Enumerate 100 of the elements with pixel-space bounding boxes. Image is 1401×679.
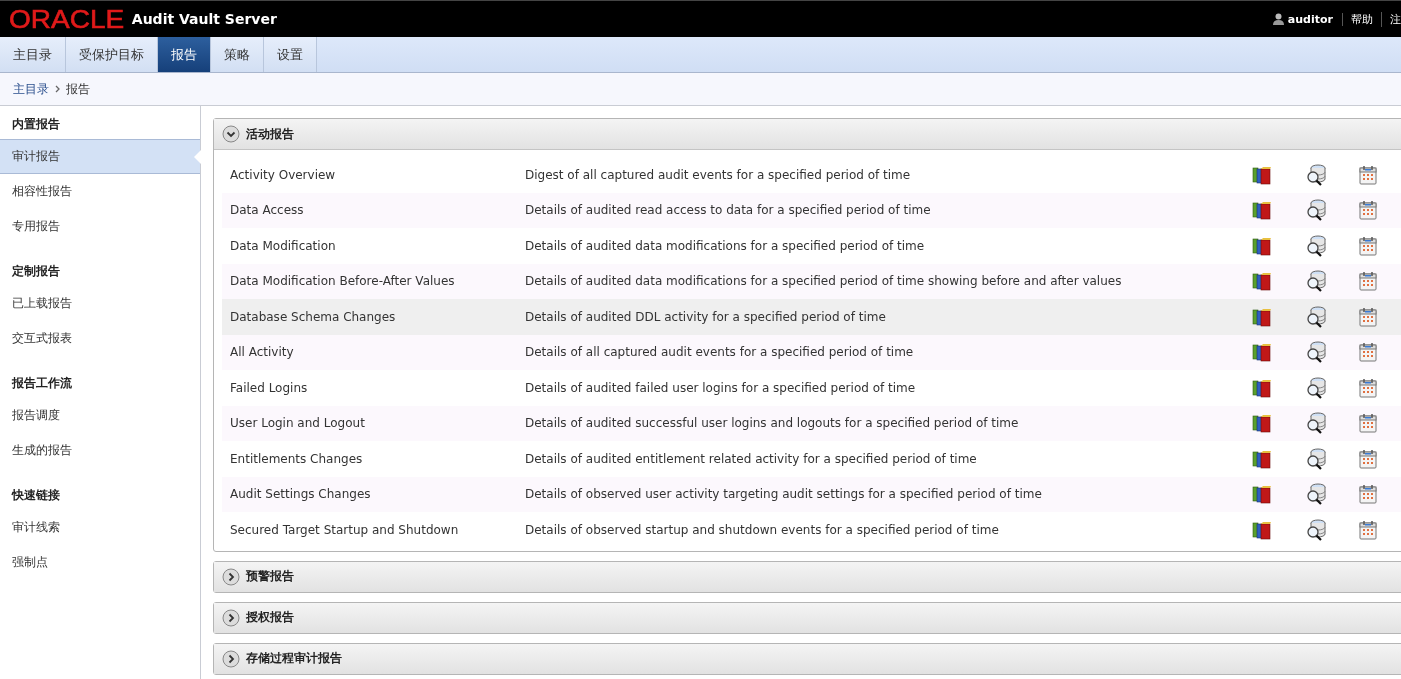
database-search-icon[interactable] [1305,518,1327,541]
report-name[interactable]: Secured Target Startup and Shutdown [230,522,525,537]
database-search-icon[interactable] [1305,483,1327,506]
nav-tab[interactable]: 主目录 [0,37,66,72]
panel-title[interactable]: 授权报告 [246,609,294,626]
calendar-icon[interactable] [1358,377,1378,398]
books-icon[interactable] [1252,306,1272,327]
expand-icon[interactable] [222,649,240,668]
database-search-icon[interactable] [1305,412,1327,435]
report-row[interactable]: Failed Logins Details of audited failed user logins for a specified period of time [222,370,1401,406]
report-description: Details of audited successful user logins and logouts for a specified period of time [525,416,1020,431]
collapse-icon[interactable] [222,125,240,143]
section-heading: 报告工作流 [11,375,73,392]
database-search-icon[interactable] [1305,199,1327,222]
report-row[interactable]: Audit Settings Changes Details of observed user activity targeting audit settings for a specified period of time [222,476,1401,512]
sidebar-item[interactable]: 相容性报告 [0,174,200,209]
sidebar-item[interactable]: 生成的报告 [0,433,200,468]
books-icon[interactable] [1252,271,1272,292]
report-name[interactable]: Data Access [230,203,525,218]
user-name[interactable]: auditor [1287,12,1333,26]
report-description: Details of all captured audit events for a specified period of time [525,345,915,360]
report-row[interactable]: Activity Overview Digest of all captured audit events for a specified period of time [222,157,1401,193]
expand-icon[interactable] [222,567,240,586]
report-name[interactable]: Entitlements Changes [230,451,525,466]
books-icon[interactable] [1252,484,1272,505]
breadcrumb-current: 报告 [66,80,90,98]
calendar-icon[interactable] [1358,271,1378,292]
report-name[interactable]: Database Schema Changes [230,309,525,324]
report-description: Details of audited data modifications for a specified period of time showing before and after values [525,274,1123,289]
product-name: Audit Vault Server [131,11,277,27]
database-search-icon[interactable] [1305,305,1327,328]
report-name[interactable]: Data Modification Before-After Values [230,274,525,289]
section-heading: 定制报告 [11,263,61,280]
report-description: Details of observed startup and shutdown events for a specified period of time [525,522,1000,537]
header-link[interactable]: 帮助 [1343,11,1382,27]
books-icon[interactable] [1252,413,1272,434]
section-heading: 内置报告 [11,116,61,133]
database-search-icon[interactable] [1305,163,1327,186]
report-description: Details of audited data modifications for a specified period of time [525,238,926,253]
chevron-icon [55,85,60,93]
calendar-icon[interactable] [1358,200,1378,221]
books-icon[interactable] [1252,519,1272,540]
section-heading: 快速链接 [10,487,61,504]
report-description: Details of audited entitlement related activity for a specified period of time [525,451,978,466]
calendar-icon[interactable] [1358,448,1378,469]
report-name[interactable]: All Activity [230,345,525,360]
report-name[interactable]: Activity Overview [230,167,525,182]
report-description: Details of audited failed user logins for a specified period of time [525,380,917,395]
expand-icon[interactable] [222,608,240,627]
sidebar-item[interactable]: 交互式报表 [0,321,200,356]
nav-tab[interactable]: 报告 [158,37,211,72]
report-name[interactable]: Data Modification [230,238,525,253]
report-row[interactable]: Data Modification Before-After Values Details of audited data modifications for a specified period of time showing before and after values [222,263,1401,299]
sidebar-item[interactable]: 强制点 [0,545,200,580]
calendar-icon[interactable] [1358,342,1378,363]
panel-title[interactable]: 预警报告 [246,568,294,585]
report-row[interactable]: User Login and Logout Details of audited successful user logins and logouts for a specified period of time [222,405,1401,441]
calendar-icon[interactable] [1358,164,1378,185]
report-row[interactable]: Data Modification Details of audited data modifications for a specified period of time [222,228,1401,264]
oracle-logo: ORACLE [9,6,125,32]
database-search-icon[interactable] [1305,447,1327,470]
database-search-icon[interactable] [1305,376,1327,399]
report-description: Details of audited DDL activity for a specified period of time [525,309,887,324]
report-name[interactable]: Failed Logins [230,380,525,395]
report-row[interactable]: Entitlements Changes Details of audited entitlement related activity for a specified period of time [222,441,1401,477]
database-search-icon[interactable] [1305,234,1327,257]
sidebar-item[interactable]: 审计报告 [0,139,200,174]
books-icon[interactable] [1252,200,1272,221]
calendar-icon[interactable] [1358,306,1378,327]
calendar-icon[interactable] [1358,484,1378,505]
report-row[interactable]: Database Schema Changes Details of audited DDL activity for a specified period of time [222,299,1401,335]
calendar-icon[interactable] [1358,519,1378,540]
sidebar-item[interactable]: 审计线索 [0,510,200,545]
books-icon[interactable] [1252,448,1272,469]
database-search-icon[interactable] [1305,270,1327,293]
nav-tab[interactable]: 策略 [211,37,264,72]
nav-tab[interactable]: 受保护目标 [66,37,158,72]
books-icon[interactable] [1252,377,1272,398]
report-description: Details of audited read access to data for a specified period of time [525,203,932,218]
report-description: Digest of all captured audit events for a specified period of time [525,167,912,182]
report-name[interactable]: Audit Settings Changes [230,487,525,502]
books-icon[interactable] [1252,235,1272,256]
sidebar-item[interactable]: 专用报告 [0,209,200,244]
books-icon[interactable] [1252,342,1272,363]
report-name[interactable]: User Login and Logout [230,416,525,431]
panel-title[interactable]: 存储过程审计报告 [246,650,342,667]
calendar-icon[interactable] [1358,413,1378,434]
sidebar-item[interactable]: 报告调度 [0,398,200,433]
report-row[interactable]: All Activity Details of all captured audit events for a specified period of time [222,334,1401,370]
sidebar-item[interactable]: 已上载报告 [0,286,200,321]
database-search-icon[interactable] [1305,341,1327,364]
header-link[interactable]: 注 [1382,11,1401,27]
calendar-icon[interactable] [1358,235,1378,256]
panel-title[interactable]: 活动报告 [246,125,294,143]
breadcrumb-link[interactable]: 主目录 [13,80,49,98]
report-row[interactable]: Secured Target Startup and Shutdown Details of observed startup and shutdown events for a specified period of time [222,512,1401,548]
nav-tab[interactable]: 设置 [264,37,317,72]
report-row[interactable]: Data Access Details of audited read access to data for a specified period of time [222,192,1401,228]
report-description: Details of observed user activity targeting audit settings for a specified period of time [525,487,1043,502]
books-icon[interactable] [1252,164,1272,185]
